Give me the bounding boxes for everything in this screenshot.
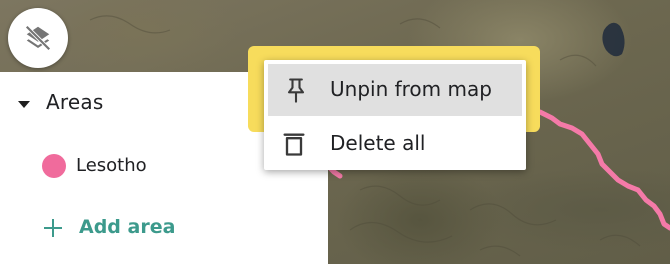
delete-all-label: Delete all — [330, 131, 426, 155]
area-label: Lesotho — [76, 155, 147, 176]
pin-icon — [287, 78, 305, 103]
boundary-line — [537, 109, 670, 231]
lake-shape — [602, 22, 625, 57]
plus-icon — [44, 219, 62, 237]
add-area-button[interactable]: Add area — [0, 212, 328, 244]
layer-toggle-button[interactable] — [8, 8, 68, 68]
trash-icon — [283, 133, 305, 156]
layers-off-icon — [25, 25, 51, 51]
caret-down-icon — [18, 101, 30, 108]
delete-all-menu-item[interactable]: Delete all — [264, 120, 526, 168]
section-title: Areas — [46, 90, 104, 114]
area-color-dot — [42, 154, 66, 178]
unpin-from-map-menu-item[interactable]: Unpin from map — [268, 64, 522, 116]
unpin-from-map-label: Unpin from map — [330, 77, 492, 101]
add-area-label: Add area — [79, 216, 176, 238]
